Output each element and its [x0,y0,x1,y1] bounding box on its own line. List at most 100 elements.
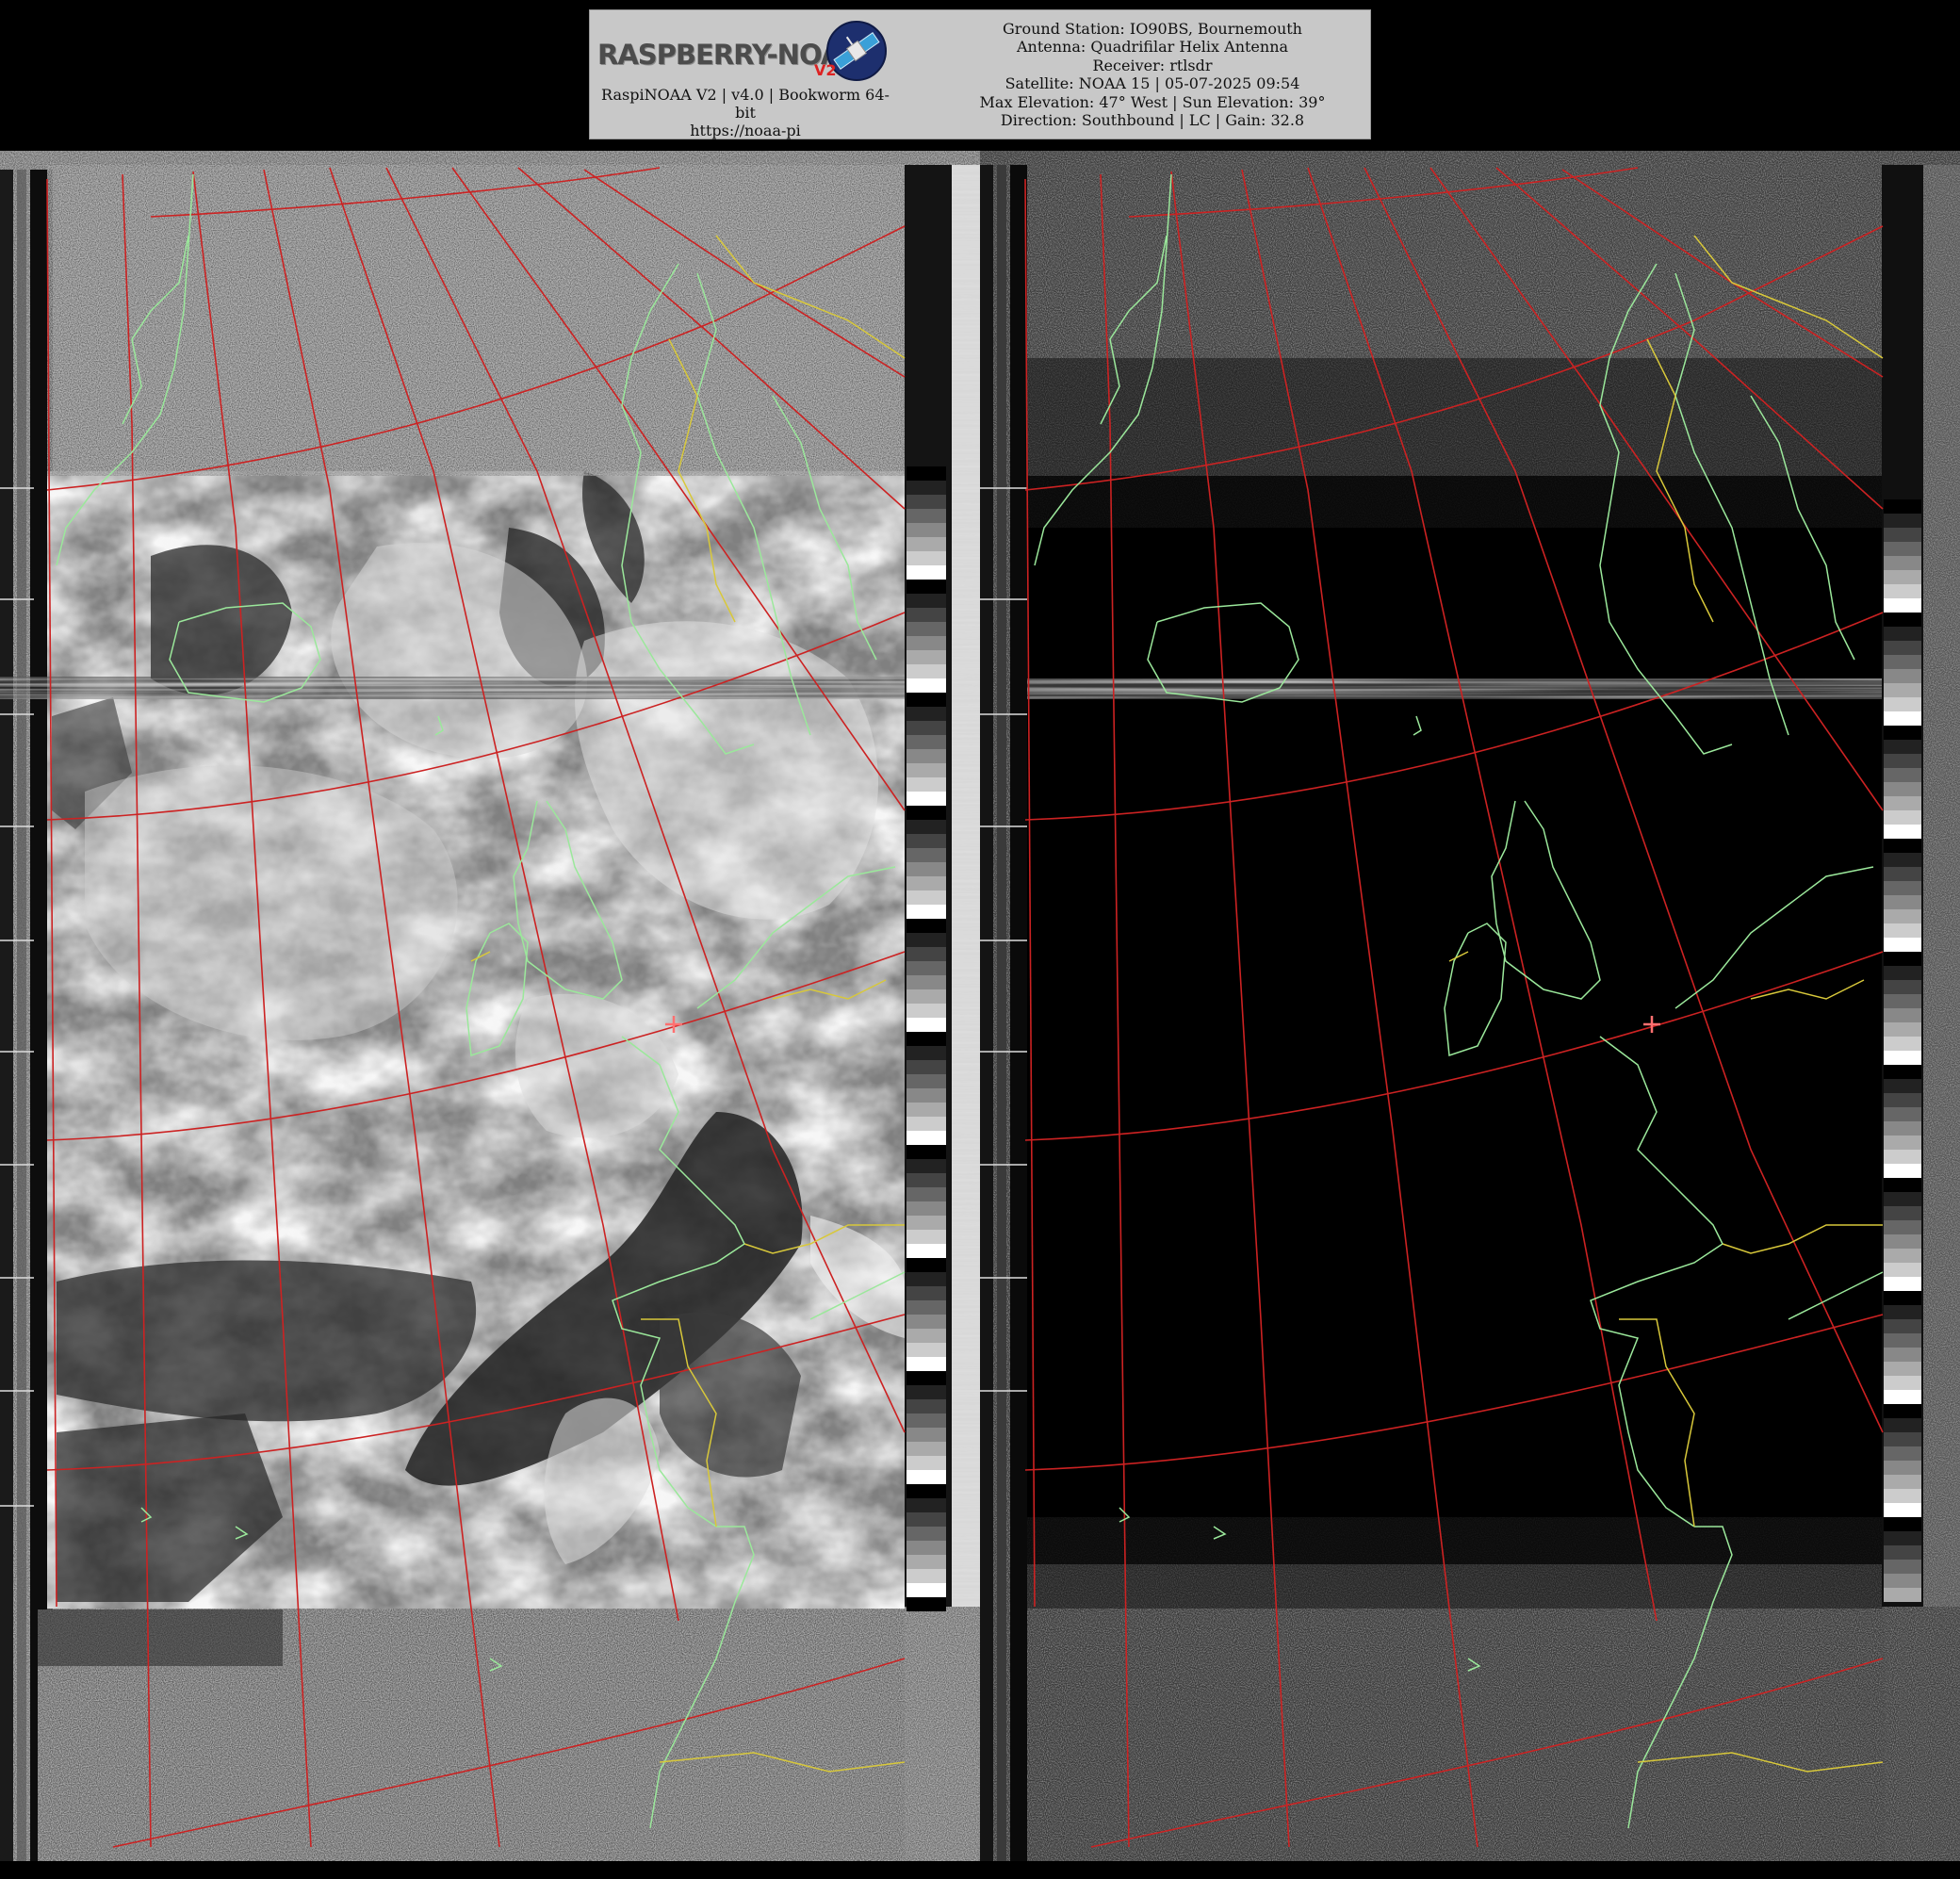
wedge-step [906,848,946,862]
wedge-step [1884,1022,1921,1037]
wedge-step [906,763,946,777]
wedge-step [1884,952,1921,966]
wedge-step [906,1527,946,1541]
wedge-step [1884,1489,1921,1503]
wedge-step [906,1272,946,1286]
wedge-step [1884,570,1921,584]
wedge-step [906,1371,946,1385]
wedge-step [1884,1574,1921,1588]
wedge-step [1884,669,1921,683]
wedge-step [906,735,946,749]
wedge-step [1884,782,1921,796]
wedge-step [1884,584,1921,598]
wedge-step [1884,895,1921,909]
wedge-step [1884,1390,1921,1404]
wedge-step [1884,1164,1921,1178]
wedge-step [1884,1277,1921,1291]
wedge-step [1884,923,1921,938]
wedge-step [1884,754,1921,768]
wedge-step [906,961,946,975]
wedge-step [1884,528,1921,542]
wedge-step [1884,1234,1921,1249]
wedge-step [906,1357,946,1371]
wedge-step [906,1583,946,1597]
wedge-step [906,1131,946,1145]
wedge-step [906,1399,946,1413]
wedge-step [906,749,946,763]
wedge-step [906,947,946,961]
wedge-step [1884,1503,1921,1517]
wedge-step [906,1159,946,1173]
wedge-step [906,707,946,721]
wedge-step [906,1258,946,1272]
wedge-step [906,537,946,551]
wedge-step [906,1569,946,1583]
wedge-step [906,1145,946,1159]
wedge-step [906,975,946,989]
wedge-step [1884,966,1921,980]
wedge-step [906,551,946,565]
wedge-step [906,1117,946,1131]
wedge-step [906,1541,946,1555]
wedge-step [906,481,946,495]
wedge-step [906,905,946,919]
wedge-step [1884,980,1921,994]
wedge-step [906,509,946,523]
wedge-step [906,1088,946,1103]
wedge-step [1884,1446,1921,1461]
wedge-step [906,1484,946,1498]
wedge-step [1884,1206,1921,1220]
wedge-step [906,1230,946,1244]
wedge-step [906,834,946,848]
wedge-step [1884,1220,1921,1234]
wedge-step [1884,881,1921,895]
wedge-step [906,1385,946,1399]
wedge-step [906,622,946,636]
wedge-step [1884,853,1921,867]
wedge-step [1884,1107,1921,1121]
wedge-step [906,678,946,693]
wedge-step [906,495,946,509]
wedge-step [906,1074,946,1088]
wedge-step [906,1413,946,1428]
wedge-step [1884,1376,1921,1390]
wedge-step [906,1456,946,1470]
wedge-step [1884,1319,1921,1333]
wedge-step [1884,1065,1921,1079]
wedge-step [906,1555,946,1569]
wedge-step [906,792,946,806]
wedge-step [906,1032,946,1046]
wedge-step [906,933,946,947]
wedge-step [1884,740,1921,754]
wedge-step [906,919,946,933]
wedge-step [906,1512,946,1527]
wedge-step [1884,1545,1921,1560]
wedge-step [906,1428,946,1442]
wedge-step [906,1004,946,1018]
wedge-step [906,650,946,664]
wedge-step [906,1103,946,1117]
wedge-step [1884,683,1921,697]
wedge-step [1884,796,1921,810]
wedge-step [906,1300,946,1315]
wedge-step [1884,598,1921,613]
wedge-step [1884,655,1921,669]
wedge-step [906,1244,946,1258]
wedge-step [906,1173,946,1187]
wedge-step [1884,768,1921,782]
wedge-step [906,1060,946,1074]
wedge-step [1884,711,1921,726]
wedge-step [1884,613,1921,627]
wedge-step [1884,1121,1921,1136]
wedge-step [1884,1418,1921,1432]
wedge-step [906,890,946,905]
wedge-step [906,466,946,481]
wedge-step [906,1470,946,1484]
wedge-step [906,1286,946,1300]
wedge-step [1884,1150,1921,1164]
wedge-step [1884,1249,1921,1263]
wedge-step [906,1315,946,1329]
satellite-image [0,151,1960,1861]
wedge-step [1884,1291,1921,1305]
wedge-step [1884,1531,1921,1545]
